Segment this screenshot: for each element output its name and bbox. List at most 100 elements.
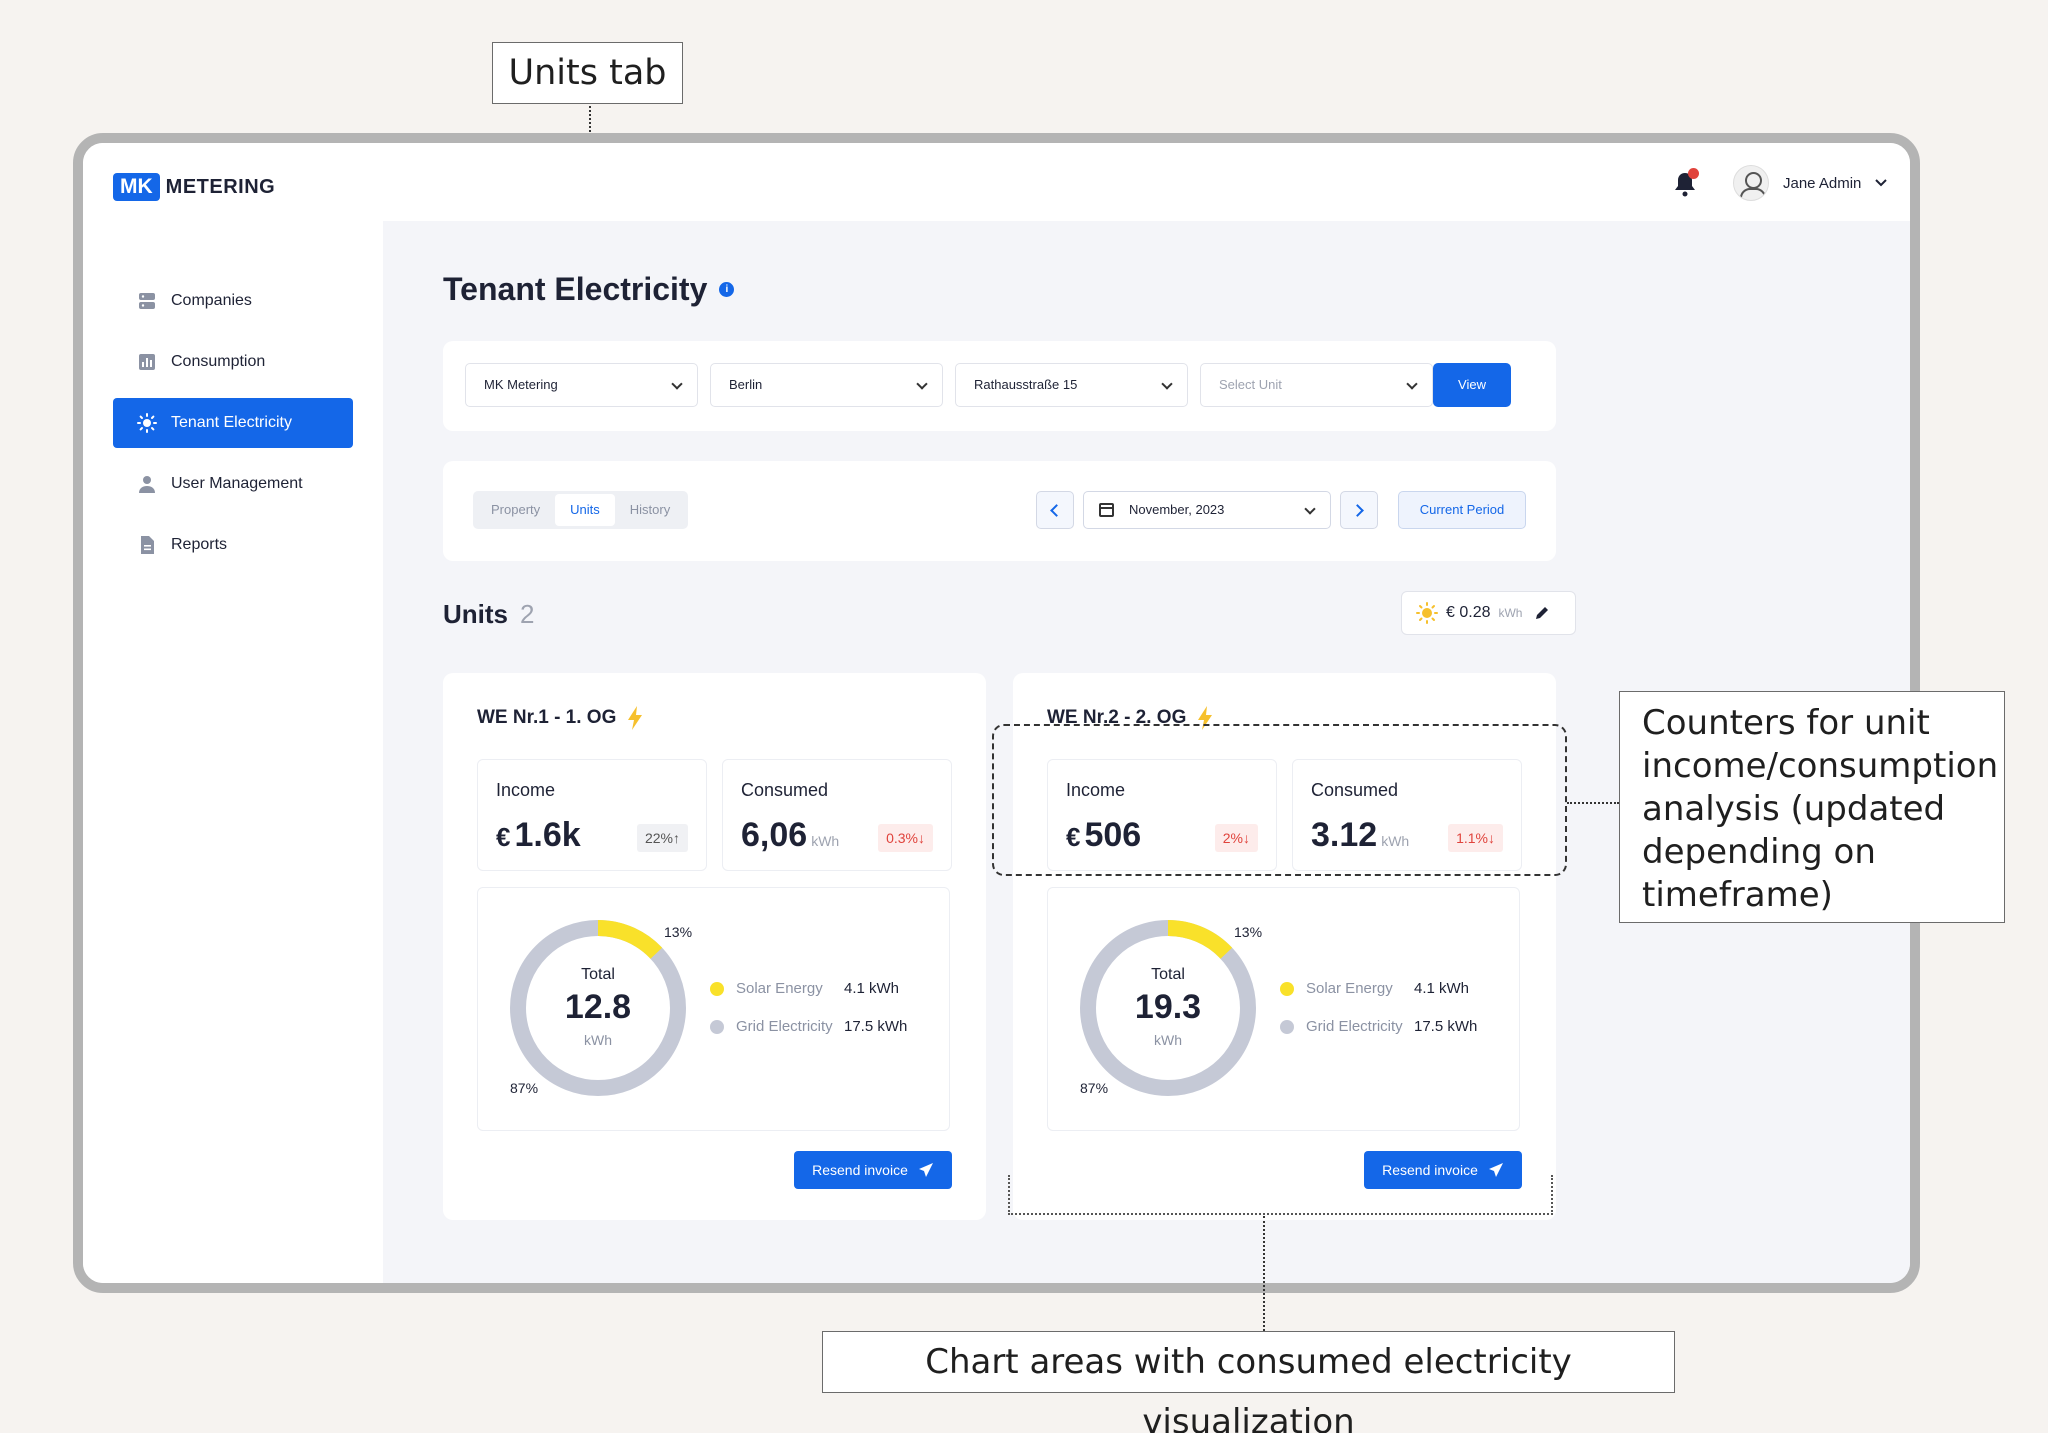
units-heading: Units 2 [443, 599, 534, 630]
donut-total-value: 12.8 [564, 988, 632, 1026]
consumption-chart: Total 12.8 kWh 13% 87% Solar Energy 4.1 … [477, 887, 950, 1131]
sidebar-item-companies[interactable]: Companies [113, 276, 353, 326]
address-select[interactable]: Rathausstraße 15 [955, 363, 1188, 407]
next-period-button[interactable] [1340, 491, 1378, 529]
consumption-chart: Total 19.3 kWh 13% 87% Solar Energy 4.1 … [1047, 887, 1520, 1131]
bar-chart-icon [139, 354, 155, 370]
grid-percentage: 87% [1080, 1080, 1109, 1096]
consumed-change-badge: 0.3%↓ [878, 824, 933, 852]
income-change-badge: 22%↑ [636, 824, 688, 852]
pencil-icon[interactable] [1534, 605, 1550, 621]
income-label: Income [496, 780, 556, 800]
annotation-counters-outline [992, 724, 1567, 876]
view-tabs: Property Units History [473, 491, 689, 529]
send-icon [918, 1163, 933, 1177]
tab-history[interactable]: History [615, 494, 685, 526]
grid-dot [710, 1019, 724, 1034]
units-heading-text: Units [443, 599, 508, 629]
donut-total-unit: kWh [1154, 1032, 1182, 1048]
grid-percentage: 87% [510, 1080, 539, 1096]
sidebar-item-consumption[interactable]: Consumption [113, 337, 353, 387]
consumed-value: 6,06 kWh [741, 816, 839, 855]
consumed-amount: 6,06 [741, 816, 808, 854]
unit-title: WE Nr.1 - 1. OG [477, 705, 644, 731]
legend-solar-label: Solar Energy [736, 980, 823, 997]
annotation-charts-line [1263, 1216, 1265, 1331]
user-name: Jane Admin [1783, 174, 1862, 192]
document-icon [141, 536, 154, 554]
sidebar-item-label: User Management [171, 475, 303, 492]
info-icon[interactable]: i [719, 282, 735, 297]
filter-panel: MK Metering Berlin Rathausstraße 15 Sele… [443, 341, 1556, 431]
logo-mark: MK [113, 173, 160, 201]
price-box: € 0.28 kWh [1401, 591, 1576, 635]
legend-grid-value: 17.5 kWh [844, 1018, 908, 1035]
user-menu[interactable]: Jane Admin [1733, 165, 1888, 201]
donut-total-label: Total [581, 966, 615, 983]
sidebar-item-reports[interactable]: Reports [113, 520, 353, 570]
chevron-down-icon [1875, 179, 1888, 187]
sidebar-item-label: Companies [171, 292, 252, 309]
company-select-value: MK Metering [484, 377, 558, 392]
period-select[interactable]: November, 2023 [1083, 491, 1331, 529]
sidebar: Companies Consumption Tenant Electricity… [83, 221, 383, 1283]
income-value: €1.6k [496, 816, 581, 855]
legend-solar-label: Solar Energy [1306, 980, 1393, 997]
previous-period-button[interactable] [1036, 491, 1074, 529]
price-value: € 0.28 [1446, 604, 1491, 621]
user-icon [139, 476, 155, 493]
income-counter: Income €1.6k 22%↑ [477, 759, 707, 871]
annotation-charts-outline [1008, 1175, 1553, 1215]
legend-grid: Grid Electricity 17.5 kWh [710, 1018, 907, 1035]
bolt-icon [628, 706, 643, 730]
annotation-counters: Counters for unit income/consumption ana… [1619, 691, 2005, 923]
company-select[interactable]: MK Metering [465, 363, 698, 407]
chevron-down-icon [1406, 378, 1418, 390]
unit-card: WE Nr.1 - 1. OG Income €1.6k 22%↑ Consum… [443, 673, 986, 1220]
sidebar-item-label: Reports [171, 536, 228, 553]
sidebar-item-user-management[interactable]: User Management [113, 459, 353, 509]
city-select-value: Berlin [729, 377, 763, 392]
chevron-down-icon [1304, 503, 1316, 515]
resend-invoice-button[interactable]: Resend invoice [794, 1151, 952, 1189]
tab-units[interactable]: Units [555, 494, 615, 526]
avatar [1733, 165, 1769, 201]
donut-total-unit: kWh [584, 1032, 612, 1048]
notification-badge [1688, 168, 1699, 179]
consumed-label: Consumed [741, 780, 829, 800]
sidebar-item-tenant-electricity[interactable]: Tenant Electricity [113, 398, 353, 448]
legend-grid: Grid Electricity 17.5 kWh [1280, 1018, 1477, 1035]
price-unit: kWh [1498, 606, 1523, 620]
solar-percentage: 13% [1234, 924, 1263, 940]
legend-grid-label: Grid Electricity [736, 1018, 833, 1035]
logo-text: METERING [165, 175, 276, 198]
top-bar: MK METERING Jane Admin [83, 143, 1910, 221]
consumed-counter: Consumed 6,06 kWh 0.3%↓ [722, 759, 952, 871]
city-select[interactable]: Berlin [710, 363, 943, 407]
page-title: Tenant Electricity i [443, 271, 735, 308]
solar-dot [1280, 981, 1294, 996]
consumed-unit: kWh [811, 833, 840, 849]
legend-grid-value: 17.5 kWh [1414, 1018, 1478, 1035]
logo[interactable]: MK METERING [113, 173, 275, 201]
donut-total-label: Total [1151, 966, 1185, 983]
current-period-button[interactable]: Current Period [1398, 491, 1526, 529]
sun-icon [1416, 602, 1438, 624]
resend-invoice-label: Resend invoice [812, 1162, 908, 1178]
unit-title-text: WE Nr.1 - 1. OG [477, 707, 617, 728]
solar-percentage: 13% [664, 924, 693, 940]
legend-solar-value: 4.1 kWh [1414, 980, 1470, 997]
annotation-counters-line [1567, 802, 1619, 804]
chevron-down-icon [1161, 378, 1173, 390]
legend-solar: Solar Energy 4.1 kWh [710, 980, 899, 997]
server-icon [139, 293, 155, 309]
address-select-value: Rathausstraße 15 [974, 377, 1078, 392]
sun-icon [137, 413, 157, 433]
chevron-down-icon [671, 378, 683, 390]
unit-select[interactable]: Select Unit [1200, 363, 1433, 407]
tab-property[interactable]: Property [476, 494, 555, 526]
sidebar-item-label: Consumption [171, 353, 266, 370]
view-button[interactable]: View [1433, 363, 1511, 407]
units-count: 2 [520, 599, 535, 629]
period-select-value: November, 2023 [1129, 502, 1225, 517]
